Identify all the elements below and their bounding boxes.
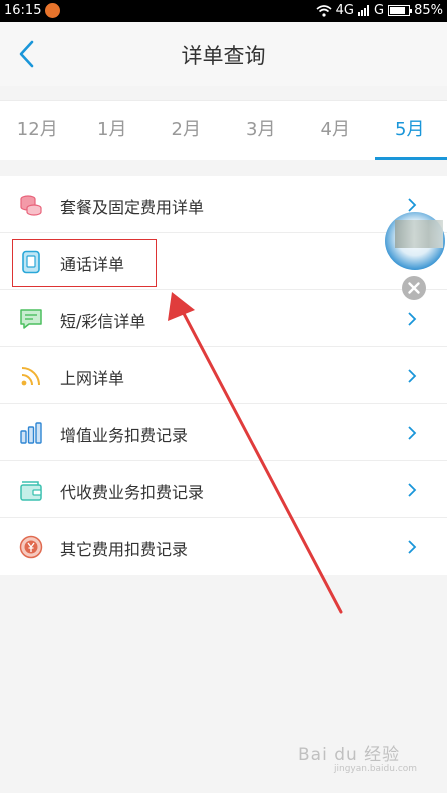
menu-item-other-charges[interactable]: 其它费用扣费记录 — [0, 518, 447, 575]
tab-month-2[interactable]: 2月 — [149, 101, 224, 160]
tab-month-4[interactable]: 4月 — [298, 101, 373, 160]
menu-item-label: 短/彩信详单 — [60, 312, 146, 331]
bar-chart-icon — [20, 422, 42, 444]
yuan-coin-icon — [19, 535, 43, 559]
status-bar: 16:15 4G G 85% — [0, 0, 447, 22]
tab-month-3[interactable]: 3月 — [224, 101, 299, 160]
wifi-signal-icon — [316, 4, 332, 17]
menu-item-label: 代收费业务扣费记录 — [60, 483, 205, 502]
menu-item-label: 其它费用扣费记录 — [60, 540, 189, 559]
tab-month-5[interactable]: 5月 — [373, 101, 447, 160]
chevron-right-icon — [408, 369, 417, 383]
menu-item-label: 上网详单 — [60, 369, 125, 388]
coins-icon — [20, 195, 42, 216]
chevron-right-icon — [408, 540, 417, 554]
cell-signal-icon — [358, 5, 370, 16]
chevron-right-icon — [408, 198, 417, 212]
mosaic-blur-icon — [395, 220, 443, 248]
menu-item-data-usage-details[interactable]: 上网详单 — [0, 347, 447, 404]
highlight-annotation-box — [12, 239, 157, 287]
network-type-label: 4G — [335, 3, 355, 18]
page-title: 详单查询 — [181, 44, 266, 68]
menu-item-package-fees[interactable]: 套餐及固定费用详单 — [0, 176, 447, 233]
menu-item-collection-charges[interactable]: 代收费业务扣费记录 — [0, 461, 447, 518]
detail-menu-list: 套餐及固定费用详单 通话详单 短/彩信详单 上网详单 增值业务扣费记录 代收费业… — [0, 176, 447, 575]
battery-fill — [390, 7, 406, 14]
tab-month-12[interactable]: 12月 — [0, 101, 75, 160]
chevron-right-icon — [408, 312, 417, 326]
month-tabs: 12月 1月 2月 3月 4月 5月 — [0, 100, 447, 160]
message-icon — [20, 309, 42, 329]
menu-item-value-added-charges[interactable]: 增值业务扣费记录 — [0, 404, 447, 461]
notification-app-icon — [45, 3, 60, 18]
status-time: 16:15 — [4, 3, 42, 18]
navigation-bar: 详单查询 — [0, 22, 447, 86]
watermark-url: jingyan.baidu.com — [334, 764, 418, 774]
battery-icon — [388, 5, 413, 16]
wallet-icon — [20, 481, 42, 501]
menu-item-label: 套餐及固定费用详单 — [60, 198, 205, 217]
menu-item-label: 增值业务扣费记录 — [60, 426, 189, 445]
chevron-right-icon — [408, 426, 417, 440]
battery-percent: 85% — [414, 3, 443, 18]
watermark-logo: Bai du 经验 — [298, 745, 401, 765]
tab-month-1[interactable]: 1月 — [75, 101, 150, 160]
wifi-icon — [21, 367, 40, 386]
menu-item-sms-mms-details[interactable]: 短/彩信详单 — [0, 290, 447, 347]
chevron-right-icon — [408, 483, 417, 497]
close-icon — [408, 282, 420, 294]
network-type-label-2: G — [374, 3, 385, 18]
floating-close-button[interactable] — [402, 276, 426, 300]
status-indicators: 4G G 85% — [316, 3, 443, 18]
